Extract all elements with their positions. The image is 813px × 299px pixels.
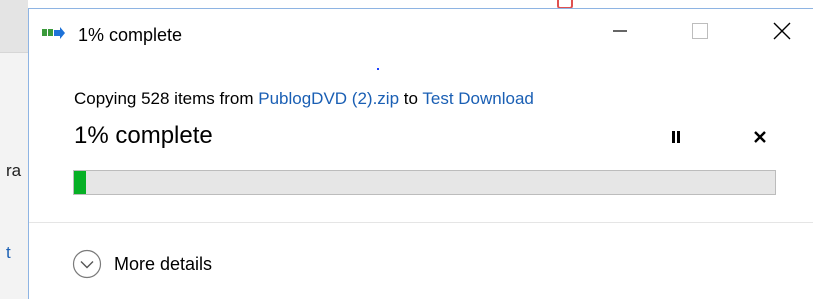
more-details-button[interactable]: More details bbox=[72, 247, 212, 281]
progress-title: 1% complete bbox=[74, 122, 213, 149]
cancel-button[interactable] bbox=[749, 127, 771, 151]
focus-dot bbox=[377, 68, 379, 70]
progress-bar bbox=[73, 170, 776, 195]
maximize-icon bbox=[691, 22, 709, 45]
background-top-edge bbox=[28, 0, 813, 9]
divider bbox=[29, 222, 813, 223]
copy-files-icon bbox=[42, 26, 66, 40]
background-link-fragment: t bbox=[6, 243, 11, 262]
background-app: ra t bbox=[0, 0, 28, 299]
close-button[interactable] bbox=[759, 13, 805, 53]
maximize-button[interactable] bbox=[677, 13, 723, 53]
pause-button[interactable] bbox=[665, 127, 687, 151]
progress-bar-fill bbox=[74, 171, 86, 194]
copy-progress-dialog: 1% complete Copying 528 items from Publo… bbox=[28, 8, 813, 299]
copy-middle-text: to bbox=[399, 89, 423, 108]
destination-link[interactable]: Test Download bbox=[422, 89, 534, 108]
window-title: 1% complete bbox=[78, 25, 183, 45]
title-bar[interactable]: 1% complete bbox=[29, 9, 813, 55]
close-icon bbox=[773, 22, 791, 45]
chevron-down-icon bbox=[72, 249, 102, 279]
copy-prefix-text: Copying 528 items from bbox=[74, 89, 259, 108]
minimize-button[interactable] bbox=[597, 13, 643, 53]
background-text-fragment: ra bbox=[6, 161, 22, 180]
cancel-icon bbox=[753, 130, 767, 149]
more-details-label: More details bbox=[114, 253, 213, 274]
minimize-icon bbox=[612, 23, 628, 44]
source-link[interactable]: PublogDVD (2).zip bbox=[258, 89, 399, 108]
pause-icon bbox=[670, 130, 682, 149]
background-toolbar bbox=[0, 0, 28, 53]
copy-description: Copying 528 items from PublogDVD (2).zip… bbox=[74, 89, 534, 109]
